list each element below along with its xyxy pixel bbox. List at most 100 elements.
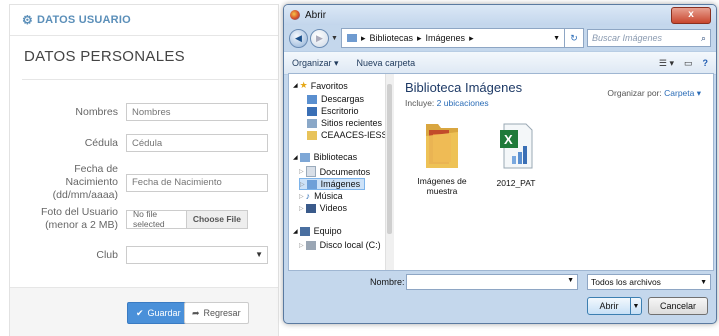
- nav-label: Documentos: [319, 166, 371, 177]
- filename-label: Nombre:: [370, 277, 405, 287]
- expand-arrow-icon: ◢: [293, 228, 298, 235]
- back-arrow-icon[interactable]: ◀: [289, 28, 308, 48]
- file-name: 2012_PAT: [496, 178, 536, 188]
- organize-menu[interactable]: Organizar ▾: [292, 58, 339, 69]
- history-dropdown-icon[interactable]: ▼: [331, 35, 338, 42]
- arrange-dropdown[interactable]: Carpeta ▾: [664, 88, 701, 98]
- back-button[interactable]: ➦ Regresar: [184, 302, 249, 324]
- library-icon: [346, 34, 357, 42]
- back-label: Regresar: [203, 308, 241, 318]
- filename-input[interactable]: ▼: [406, 274, 578, 290]
- nav-item-videos[interactable]: ▷ Videos: [299, 203, 347, 213]
- save-label: Guardar: [147, 308, 181, 318]
- desktop-icon: [307, 106, 317, 116]
- dialog-title: Abrir: [305, 9, 327, 21]
- nav-label: Disco local (C:): [319, 240, 381, 250]
- pictures-icon: [306, 179, 317, 189]
- panel-header-title: DATOS USUARIO: [36, 14, 131, 26]
- help-icon[interactable]: ?: [703, 58, 709, 68]
- nav-item-recent[interactable]: Sitios recientes: [307, 118, 382, 128]
- locations-link[interactable]: 2 ubicaciones: [437, 98, 489, 108]
- form-row-cedula: Cédula: [22, 134, 280, 152]
- nav-item-documentos[interactable]: ▷ Documentos: [299, 166, 370, 177]
- file-name: Imágenes de muestra: [417, 176, 467, 196]
- nav-label: Descargas: [321, 94, 365, 104]
- search-input[interactable]: Buscar Imágenes ⌕: [587, 29, 711, 47]
- field-label: Cédula: [84, 136, 118, 149]
- nombres-input[interactable]: [126, 103, 268, 121]
- open-label: Abrir: [599, 301, 619, 311]
- section-title: DATOS PERSONALES: [24, 48, 185, 65]
- form-row-photo: Foto del Usuario (menor a 2 MB) No file …: [22, 206, 280, 232]
- forward-arrow-icon[interactable]: ▶: [310, 28, 329, 48]
- navigation-pane: ◢ ★ Favoritos Descargas Escritorio Sitio…: [289, 74, 388, 270]
- nav-label: Bibliotecas: [313, 152, 358, 162]
- dialog-bottom: Nombre: ▼ Todos los archivos ▼ Abrir ▼ C…: [284, 271, 716, 323]
- nav-item-escritorio[interactable]: Escritorio: [307, 106, 359, 116]
- nav-favorites[interactable]: ◢ ★ Favoritos: [293, 80, 348, 91]
- new-folder-button[interactable]: Nueva carpeta: [357, 58, 416, 68]
- search-icon: ⌕: [700, 32, 706, 43]
- chevron-down-icon[interactable]: ▼: [630, 298, 641, 314]
- dialog-body: ◢ ★ Favoritos Descargas Escritorio Sitio…: [288, 73, 714, 271]
- user-data-panel: ⚙ DATOS USUARIO DATOS PERSONALES Nombres…: [9, 4, 279, 336]
- form-row-birthdate: Fecha de Nacimiento (dd/mm/aaaa): [22, 163, 280, 202]
- nav-label: Sitios recientes: [321, 118, 383, 128]
- breadcrumb-imagenes[interactable]: Imágenes: [426, 33, 466, 43]
- library-sub-prefix: Incluye:: [405, 98, 435, 108]
- arrange-label: Organizar por:: [607, 88, 662, 98]
- address-row: ◀ ▶ ▼ ▸ Bibliotecas ▸ Imágenes ▸ ▼ ↻ Bus…: [284, 25, 716, 51]
- downloads-icon: [307, 94, 317, 104]
- close-button[interactable]: x: [671, 7, 711, 24]
- refresh-icon[interactable]: ↻: [565, 28, 584, 48]
- expand-arrow-icon: ◢: [293, 83, 298, 89]
- nav-label: Favoritos: [310, 80, 348, 91]
- chevron-right-icon: ▸: [417, 32, 422, 43]
- view-options-icon[interactable]: ☰ ▾: [659, 58, 674, 69]
- cancel-button[interactable]: Cancelar: [648, 297, 708, 315]
- nav-libraries[interactable]: ◢ Bibliotecas: [293, 152, 357, 162]
- filetype-select[interactable]: Todos los archivos ▼: [587, 274, 711, 290]
- collapse-arrow-icon: ▷: [299, 169, 304, 175]
- search-placeholder: Buscar Imágenes: [592, 33, 663, 43]
- file-item[interactable]: Imágenes de muestra: [407, 118, 477, 196]
- field-label: Foto del Usuario (menor a 2 MB): [40, 206, 118, 231]
- save-button[interactable]: ✔ Guardar: [127, 302, 190, 324]
- libraries-icon: [299, 152, 310, 162]
- svg-text:X: X: [504, 132, 513, 147]
- collapse-arrow-icon: ▷: [299, 205, 304, 212]
- chevron-down-icon: ▼: [255, 250, 263, 259]
- birthdate-input[interactable]: [126, 173, 268, 192]
- nav-item-ceaaces[interactable]: CEAACES-IESS: [307, 130, 388, 140]
- cedula-input[interactable]: [126, 134, 268, 152]
- chevron-down-icon[interactable]: ▼: [567, 277, 574, 284]
- scrollbar-thumb[interactable]: [387, 84, 392, 234]
- chevron-right-icon: ▸: [360, 32, 366, 43]
- address-bar[interactable]: ▸ Bibliotecas ▸ Imágenes ▸ ▼: [340, 28, 565, 48]
- form-row-nombres: Nombres: [22, 103, 280, 121]
- expand-arrow-icon: ◢: [293, 154, 298, 161]
- nav-label: Música: [314, 191, 343, 201]
- file-item[interactable]: X 2012_PAT: [481, 120, 551, 188]
- club-select[interactable]: ▼: [126, 246, 268, 264]
- photo-file-input[interactable]: No file selected Choose File: [126, 209, 248, 229]
- nav-item-descargas[interactable]: Descargas: [307, 94, 364, 104]
- nav-computer[interactable]: ◢ Equipo: [293, 226, 342, 236]
- nav-item-imagenes[interactable]: ▷ Imágenes: [299, 178, 366, 190]
- breadcrumb-bibliotecas[interactable]: Bibliotecas: [369, 33, 413, 43]
- folder-icon: [422, 118, 462, 172]
- divider: [22, 79, 278, 80]
- address-dropdown-icon[interactable]: ▼: [553, 35, 560, 42]
- preview-pane-icon[interactable]: ▭: [684, 58, 693, 69]
- library-subtitle: Incluye: 2 ubicaciones: [405, 98, 489, 108]
- panel-header: ⚙ DATOS USUARIO: [10, 5, 278, 36]
- collapse-arrow-icon: ▷: [300, 181, 305, 188]
- nav-scrollbar[interactable]: [385, 74, 394, 270]
- nav-item-musica[interactable]: ▷ ♪ Música: [299, 191, 343, 201]
- nav-item-disco-c[interactable]: ▷ Disco local (C:): [299, 240, 381, 250]
- gear-icon: ⚙: [22, 13, 33, 27]
- folder-icon: [307, 130, 317, 140]
- choose-file-button[interactable]: Choose File: [185, 210, 247, 228]
- open-button[interactable]: Abrir ▼: [587, 297, 642, 315]
- dialog-titlebar[interactable]: Abrir x: [284, 5, 716, 25]
